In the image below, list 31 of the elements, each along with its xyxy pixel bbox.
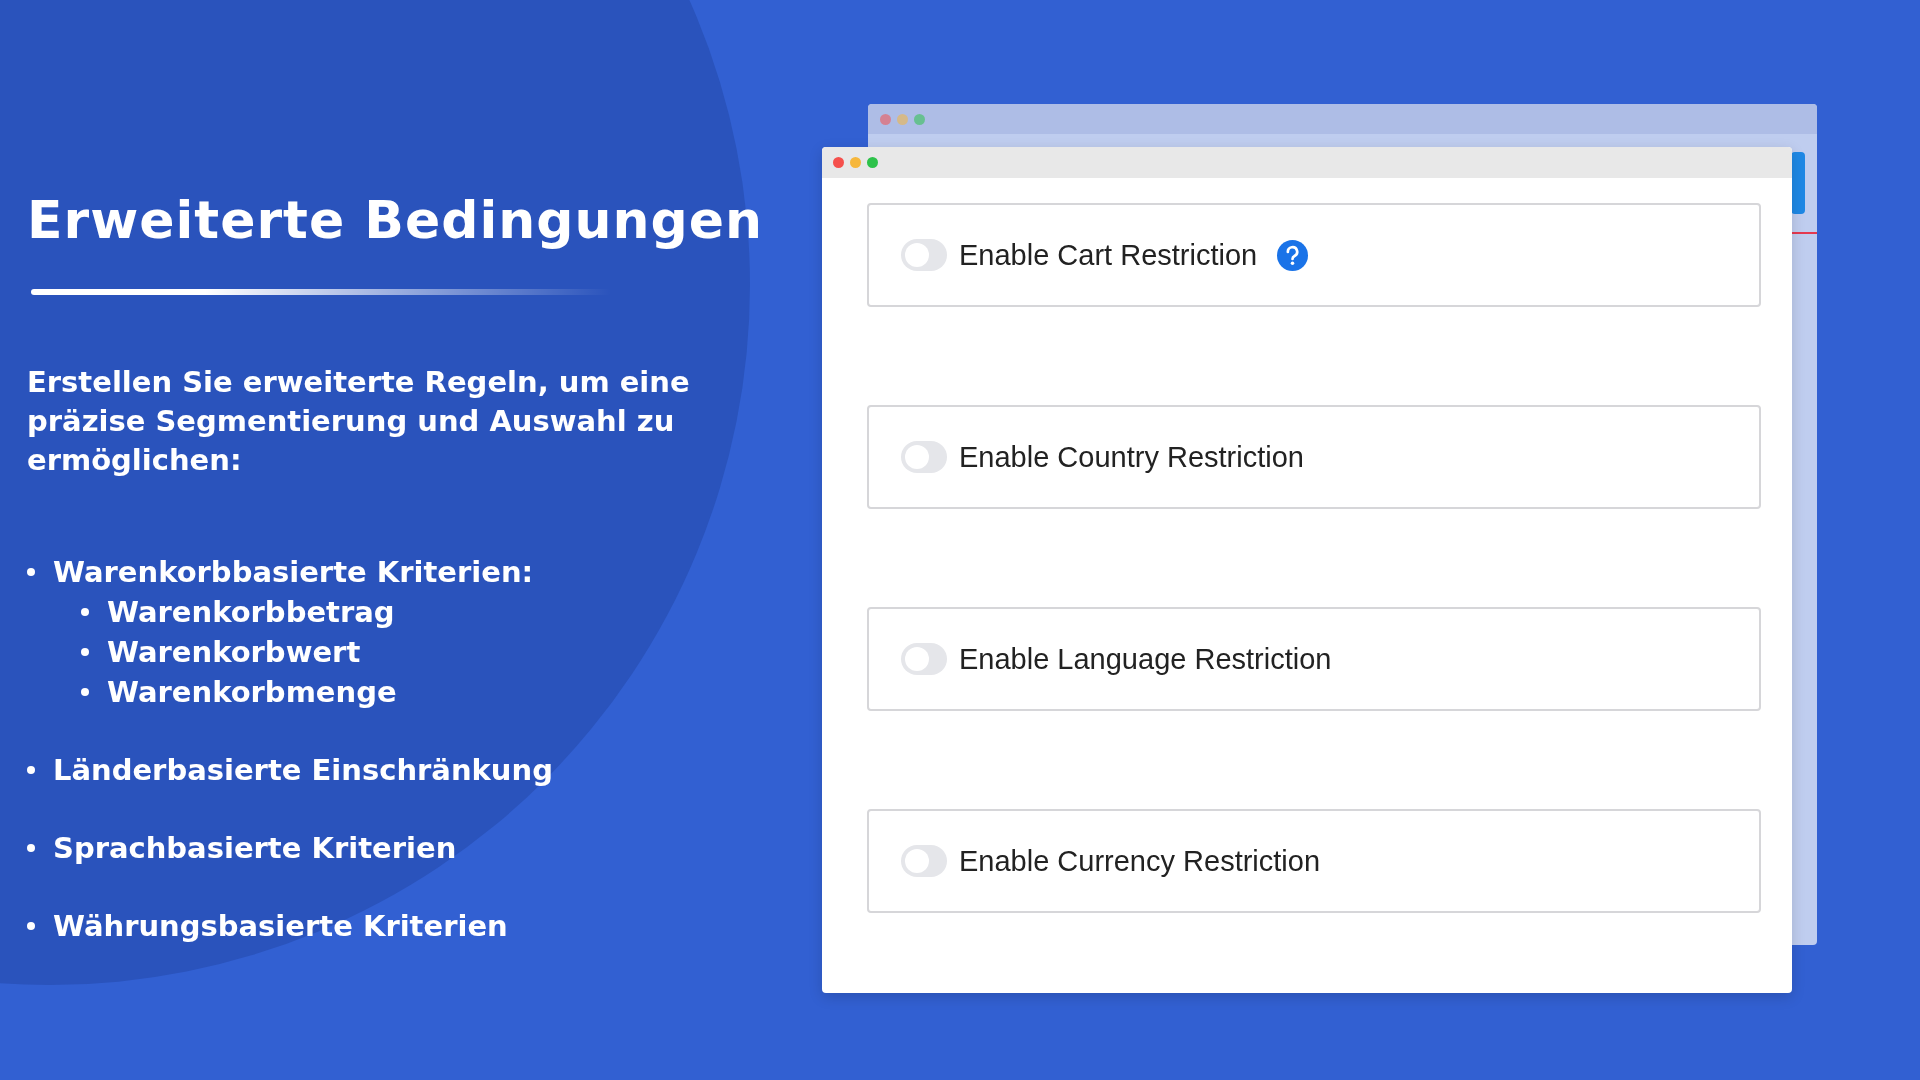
bullet-text: Währungsbasierte Kriterien [53,908,508,945]
close-dot-icon[interactable] [833,157,844,168]
setting-label: Enable Cart Restriction [959,238,1258,272]
setting-label: Enable Language Restriction [959,642,1332,676]
minimize-dot-icon [897,113,908,125]
bullet-text: Warenkorbwert [107,634,361,671]
bullet-icon [81,688,89,696]
bullet-text: Warenkorbbetrag [107,594,395,631]
bullet-icon [27,766,35,774]
bullet-text: Warenkorbmenge [107,674,397,711]
close-dot-icon [880,113,891,125]
bullet-icon [27,568,35,576]
setting-label: Enable Country Restriction [959,440,1304,474]
bullet-icon [27,922,35,930]
bullet-text: Länderbasierte Einschränkung [53,752,553,789]
bullet-icon [81,608,89,616]
setting-label: Enable Currency Restriction [959,844,1321,878]
bullet-text: Sprachbasierte Kriterien [53,830,457,867]
bullet-text: Warenkorbbasierte Kriterien: [53,554,534,591]
maximize-dot-icon [914,113,925,125]
maximize-dot-icon[interactable] [867,157,878,168]
toggle-switch[interactable] [901,845,947,877]
minimize-dot-icon[interactable] [850,157,861,168]
help-icon[interactable] [1277,239,1309,271]
bullet-icon [81,648,89,656]
bullet-icon [27,844,35,852]
toggle-switch[interactable] [901,441,947,473]
slide-title: Erweiterte Bedingungen [27,189,765,252]
intro-text: Erstellen Sie erweiterte Regeln, um eine präzise Segmentierung und Auswahl zu ermöglichen: [27,364,691,479]
toggle-switch[interactable] [901,239,947,271]
toggle-switch[interactable] [901,643,947,675]
